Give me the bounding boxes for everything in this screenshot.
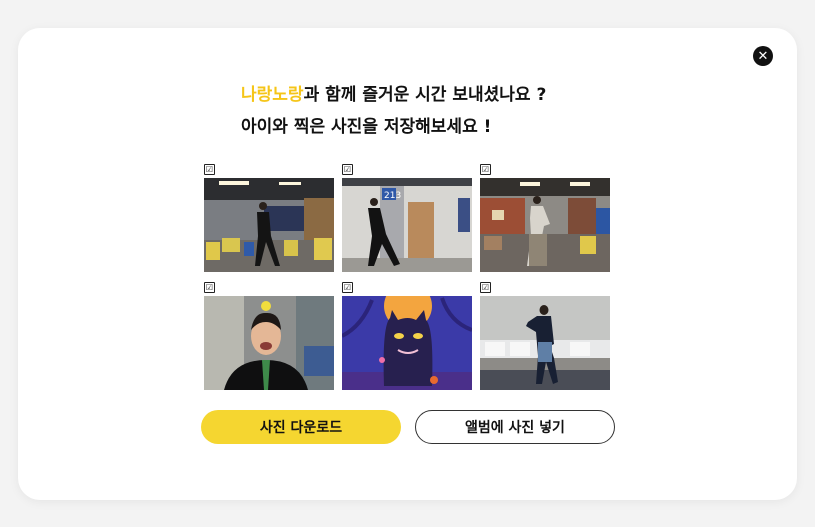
- photo-thumbnail-5[interactable]: [342, 296, 472, 390]
- photo-item-4: ☑: [204, 282, 334, 390]
- photo-item-3: ☑: [480, 164, 610, 272]
- title-line-2: 아이와 찍은 사진을 저장해보세요 !: [241, 117, 492, 137]
- photo-item-2: ☑ 213: [342, 164, 472, 272]
- photo-item-5: ☑: [342, 282, 472, 390]
- photo-thumbnail-4[interactable]: [204, 296, 334, 390]
- photo-thumbnail-3[interactable]: [480, 178, 610, 272]
- room-number: 213: [384, 191, 401, 201]
- close-icon[interactable]: ✕: [753, 46, 773, 66]
- photo-item-6: ☑: [480, 282, 610, 390]
- download-photos-button[interactable]: 사진 다운로드: [201, 410, 401, 444]
- title-line-1-text: 과 함께 즐거운 시간 보내셨나요 ?: [303, 85, 547, 105]
- photo-thumbnail-6[interactable]: [480, 296, 610, 390]
- photo-thumbnail-2[interactable]: 213: [342, 178, 472, 272]
- checkbox-checked-icon[interactable]: ☑: [342, 164, 353, 175]
- modal-title: 나랑노랑과 함께 즐거운 시간 보내셨나요 ? 아이와 찍은 사진을 저장해보세…: [241, 79, 546, 143]
- title-highlight: 나랑노랑: [241, 85, 304, 105]
- photo-item-1: ☑: [204, 164, 334, 272]
- photo-thumbnail-1[interactable]: [204, 178, 334, 272]
- photo-save-modal: ✕ 나랑노랑과 함께 즐거운 시간 보내셨나요 ? 아이와 찍은 사진을 저장해…: [18, 28, 797, 500]
- checkbox-checked-icon[interactable]: ☑: [480, 282, 491, 293]
- checkbox-checked-icon[interactable]: ☑: [480, 164, 491, 175]
- checkbox-checked-icon[interactable]: ☑: [342, 282, 353, 293]
- title-line-1: 나랑노랑과 함께 즐거운 시간 보내셨나요 ?: [241, 79, 546, 111]
- photo-grid: ☑ ☑ 213 ☑ ☑ ☑ ☑: [204, 164, 610, 390]
- checkbox-checked-icon[interactable]: ☑: [204, 282, 215, 293]
- checkbox-checked-icon[interactable]: ☑: [204, 164, 215, 175]
- add-to-album-button[interactable]: 앨범에 사진 넣기: [415, 410, 615, 444]
